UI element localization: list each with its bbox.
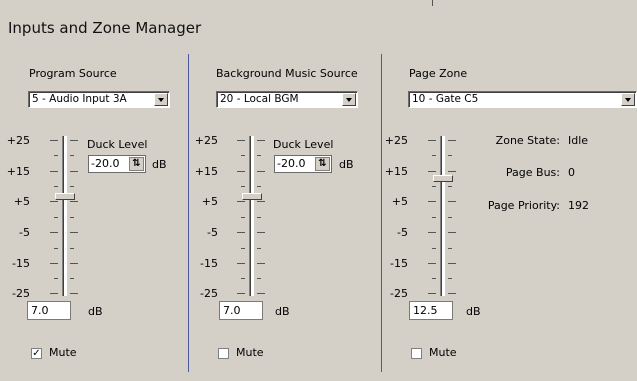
page-bus-value: 0 bbox=[568, 166, 575, 179]
scale-label: +15 bbox=[194, 165, 218, 178]
bgm-source-value: 20 - Local BGM bbox=[220, 93, 299, 105]
zone-state-label: Zone State: bbox=[495, 134, 560, 147]
scale-label: +5 bbox=[201, 195, 218, 208]
bgm-source-label: Background Music Source bbox=[216, 67, 358, 80]
scale-label: -5 bbox=[397, 226, 408, 239]
mute-label: Mute bbox=[49, 346, 77, 359]
scale-label: -5 bbox=[19, 226, 30, 239]
chevron-down-icon[interactable] bbox=[342, 93, 356, 106]
page-zone-label: Page Zone bbox=[409, 67, 468, 80]
program-source-label: Program Source bbox=[29, 67, 117, 80]
zone-state-value: Idle bbox=[568, 134, 589, 147]
top-marker bbox=[432, 0, 433, 6]
duck-level-label: Duck Level bbox=[87, 138, 148, 151]
level-slider-thumb[interactable] bbox=[433, 175, 453, 182]
level-slider-thumb[interactable] bbox=[242, 193, 262, 200]
duck-level-spinner[interactable]: -20.0 ⇅ bbox=[274, 155, 332, 173]
level-slider-track[interactable] bbox=[249, 136, 254, 296]
mute-checkbox[interactable] bbox=[411, 348, 422, 359]
scale-label: +25 bbox=[6, 134, 30, 147]
scale-label: -25 bbox=[12, 287, 30, 300]
level-slider-thumb[interactable] bbox=[55, 193, 75, 200]
page-bus-label: Page Bus: bbox=[505, 166, 560, 179]
scale-label: -15 bbox=[200, 257, 218, 270]
page-zone-panel: Page Zone 10 - Gate C5 +25 +15 +5 -5 -15… bbox=[382, 54, 637, 372]
level-value-field[interactable]: 12.5 bbox=[409, 301, 453, 320]
level-unit: dB bbox=[466, 305, 481, 318]
scale-label: -15 bbox=[390, 257, 408, 270]
level-unit: dB bbox=[88, 305, 103, 318]
page-priority-label: Page Priority: bbox=[487, 199, 560, 212]
scale-label: -15 bbox=[12, 257, 30, 270]
duck-level-spinner[interactable]: -20.0 ⇅ bbox=[88, 155, 146, 173]
scale-label: +25 bbox=[384, 134, 408, 147]
page-zone-select[interactable]: 10 - Gate C5 bbox=[408, 91, 637, 108]
mute-label: Mute bbox=[236, 346, 264, 359]
program-source-value: 5 - Audio Input 3A bbox=[32, 93, 127, 105]
scale-label: +5 bbox=[391, 195, 408, 208]
program-source-panel: Program Source 5 - Audio Input 3A +25 +1… bbox=[0, 54, 188, 372]
scale-label: +15 bbox=[384, 165, 408, 178]
chevron-down-icon[interactable] bbox=[621, 93, 635, 106]
mute-checkbox[interactable] bbox=[218, 348, 229, 359]
level-value-field[interactable]: 7.0 bbox=[219, 301, 263, 320]
level-unit: dB bbox=[275, 305, 290, 318]
mute-label: Mute bbox=[429, 346, 457, 359]
duck-level-value: -20.0 bbox=[277, 157, 306, 170]
page-priority-value: 192 bbox=[568, 199, 589, 212]
scale-label: +25 bbox=[194, 134, 218, 147]
scale-label: +5 bbox=[13, 195, 30, 208]
duck-unit: dB bbox=[339, 158, 354, 171]
chevron-down-icon[interactable] bbox=[154, 93, 168, 106]
scale-label: -25 bbox=[200, 287, 218, 300]
spin-arrows-icon[interactable]: ⇅ bbox=[315, 157, 330, 171]
scale-label: +15 bbox=[6, 165, 30, 178]
duck-level-label: Duck Level bbox=[273, 138, 334, 151]
program-source-select[interactable]: 5 - Audio Input 3A bbox=[28, 91, 170, 108]
level-slider-track[interactable] bbox=[440, 136, 445, 296]
bgm-source-select[interactable]: 20 - Local BGM bbox=[216, 91, 358, 108]
duck-level-value: -20.0 bbox=[91, 157, 120, 170]
window-title: Inputs and Zone Manager bbox=[8, 19, 202, 37]
level-slider-track[interactable] bbox=[62, 136, 67, 296]
mute-checkbox[interactable]: ✓ bbox=[31, 348, 42, 359]
spin-arrows-icon[interactable]: ⇅ bbox=[129, 157, 144, 171]
scale-label: -25 bbox=[390, 287, 408, 300]
scale-label: -5 bbox=[207, 226, 218, 239]
page-zone-value: 10 - Gate C5 bbox=[412, 93, 479, 105]
bgm-source-panel: Background Music Source 20 - Local BGM +… bbox=[189, 54, 381, 372]
level-value-field[interactable]: 7.0 bbox=[27, 301, 71, 320]
duck-unit: dB bbox=[152, 158, 167, 171]
